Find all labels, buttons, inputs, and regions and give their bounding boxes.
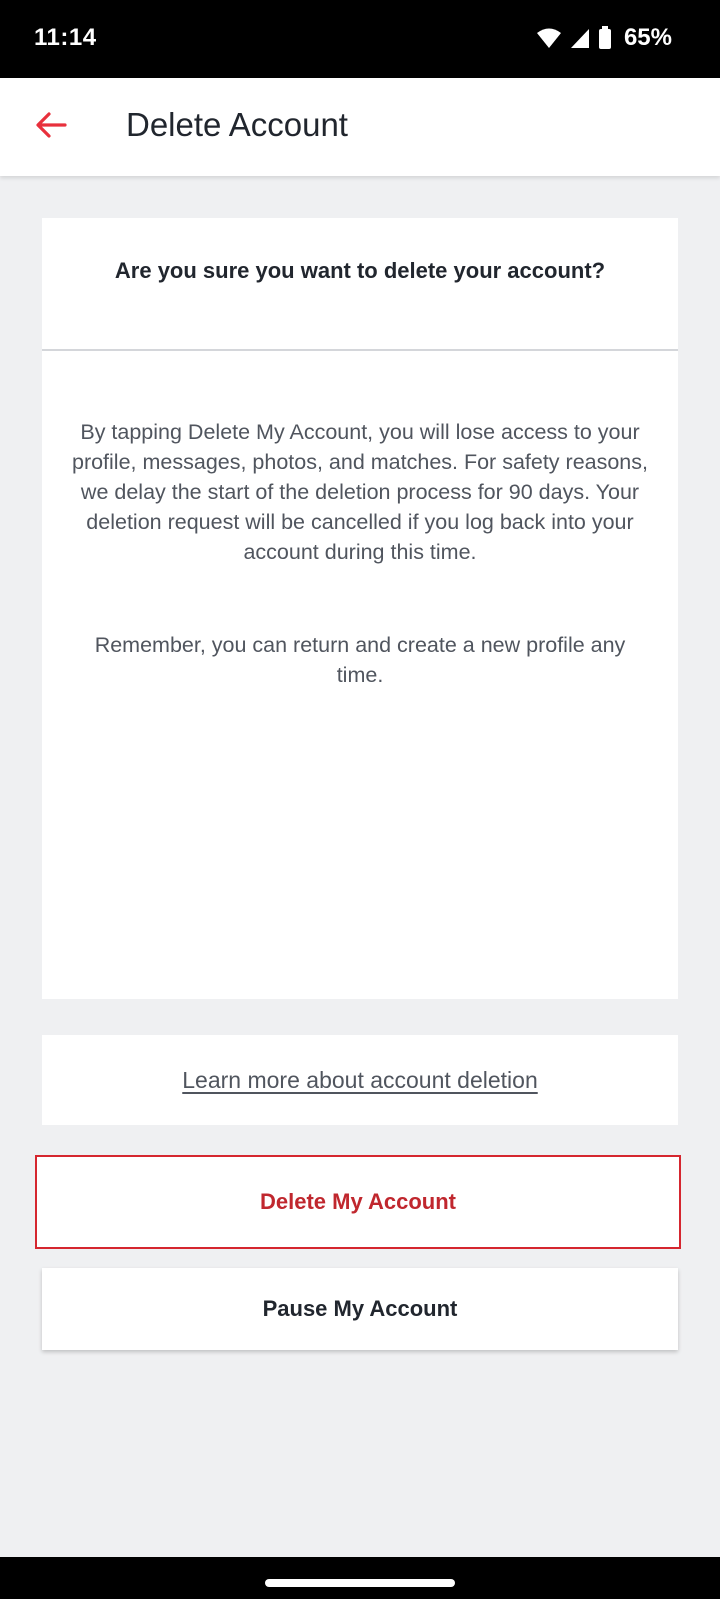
battery-icon xyxy=(598,26,612,50)
confirmation-question: Are you sure you want to delete your acc… xyxy=(114,258,606,283)
delete-account-label: Delete My Account xyxy=(259,1189,456,1214)
confirmation-header: Are you sure you want to delete your acc… xyxy=(42,218,678,349)
page-title: Delete Account xyxy=(126,106,348,143)
learn-more-card: Learn more about account deletion xyxy=(42,1035,678,1125)
confirmation-body: By tapping Delete My Account, you will l… xyxy=(42,351,678,999)
cellular-signal-icon xyxy=(570,27,590,49)
arrow-left-icon xyxy=(35,111,67,144)
status-time: 11:14 xyxy=(34,24,97,51)
battery-percent: 65% xyxy=(623,24,672,51)
learn-more-link[interactable]: Learn more about account deletion xyxy=(42,1067,678,1094)
reminder-text: Remember, you can return and create a ne… xyxy=(94,633,626,687)
status-bar: 11:14 65% xyxy=(0,0,720,78)
app-bar: Delete Account xyxy=(0,78,720,176)
deletion-info-text: By tapping Delete My Account, you will l… xyxy=(71,420,648,564)
back-button[interactable] xyxy=(26,102,76,152)
status-icons: 65% xyxy=(536,22,672,54)
pause-account-button[interactable]: Pause My Account xyxy=(42,1268,678,1350)
system-nav-bar xyxy=(0,1557,720,1599)
pause-account-label: Pause My Account xyxy=(262,1296,458,1321)
delete-account-button[interactable]: Delete My Account xyxy=(35,1155,681,1249)
wifi-icon xyxy=(536,27,562,49)
home-indicator[interactable] xyxy=(265,1579,455,1587)
